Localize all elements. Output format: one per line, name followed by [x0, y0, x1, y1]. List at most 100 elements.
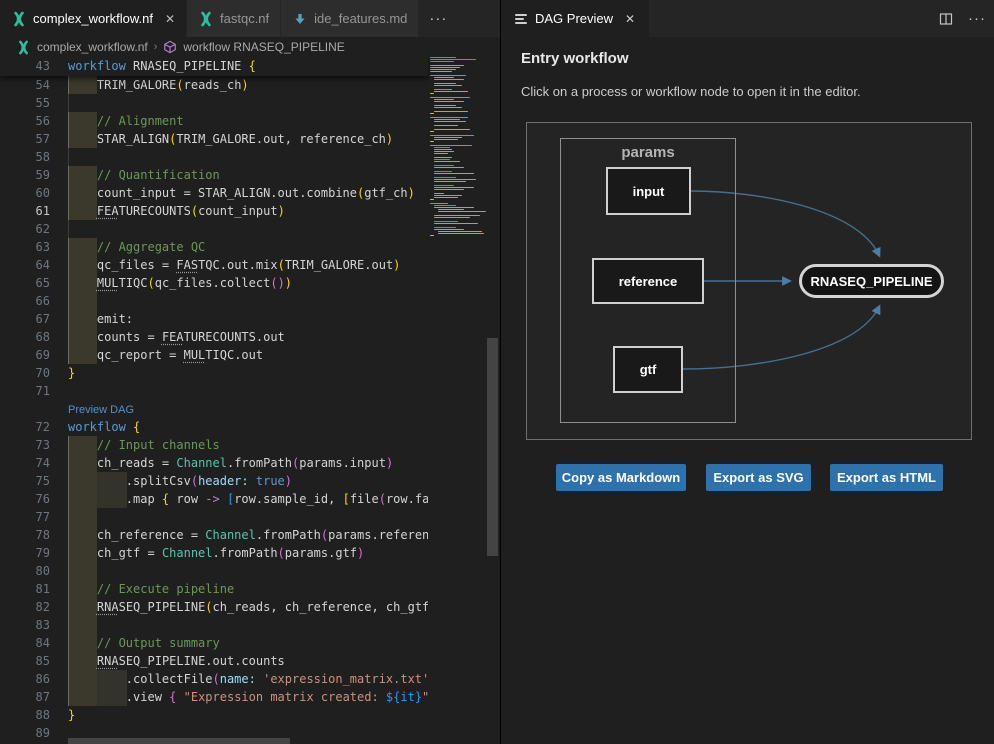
tab-label: fastqc.nf [220, 11, 269, 26]
line-number: 78 [0, 526, 50, 544]
tab-fastqc[interactable]: fastqc.nf [187, 0, 281, 37]
code-line[interactable]: 54 TRIM_GALORE(reads_ch) [0, 76, 428, 94]
code-line[interactable]: 74 ch_reads = Channel.fromPath(params.in… [0, 454, 428, 472]
minimap-line [430, 235, 434, 236]
code-line[interactable]: 75 .splitCsv(header: true) [0, 472, 428, 490]
indent-highlight [68, 292, 97, 310]
line-number: 79 [0, 544, 50, 562]
line-number: 83 [0, 616, 50, 634]
code-line[interactable]: 68 counts = FEATURECOUNTS.out [0, 328, 428, 346]
code-line[interactable]: 59 // Quantification [0, 166, 428, 184]
code-line[interactable]: 64 qc_files = FASTQC.out.mix(TRIM_GALORE… [0, 256, 428, 274]
minimap-line [434, 125, 458, 126]
tab-label: ide_features.md [314, 11, 407, 26]
export-as-html-button[interactable]: Export as HTML [830, 464, 943, 491]
minimap-line [434, 189, 464, 190]
node-reference[interactable]: reference [592, 258, 704, 304]
line-number: 81 [0, 580, 50, 598]
code-line[interactable]: 56 // Alignment [0, 112, 428, 130]
code-line[interactable]: 80 [0, 562, 428, 580]
code-line[interactable]: 66 [0, 292, 428, 310]
code-line[interactable]: 58 [0, 148, 428, 166]
node-gtf[interactable]: gtf [613, 346, 683, 393]
code-line[interactable]: 82 RNASEQ_PIPELINE(ch_reads, ch_referenc… [0, 598, 428, 616]
symbol-cube-icon [163, 40, 177, 54]
line-number: 56 [0, 112, 50, 130]
code-line[interactable]: 67 emit: [0, 310, 428, 328]
minimap-line [438, 233, 484, 234]
markdown-icon [292, 11, 308, 27]
code-line[interactable]: 84 // Output summary [0, 634, 428, 652]
code-line[interactable]: 76 .map { row -> [row.sample_id, [file(r… [0, 490, 428, 508]
panel-description: Click on a process or workflow node to o… [521, 84, 861, 99]
nextflow-icon [11, 11, 27, 27]
code-line[interactable]: 86 .collectFile(name: 'expression_matrix… [0, 670, 428, 688]
split-editor-icon[interactable] [938, 11, 954, 27]
code-line[interactable]: 87 .view { "Expression matrix created: $… [0, 688, 428, 706]
export-as-svg-button[interactable]: Export as SVG [706, 464, 811, 491]
line-number: 84 [0, 634, 50, 652]
code-line[interactable]: 81 // Execute pipeline [0, 580, 428, 598]
line-number: 86 [0, 670, 50, 688]
code-line[interactable]: 77 [0, 508, 428, 526]
minimap[interactable] [430, 57, 487, 744]
tab-ide-features[interactable]: ide_features.md [281, 0, 419, 37]
tab-overflow-button[interactable]: ··· [419, 0, 457, 37]
line-number: 80 [0, 562, 50, 580]
line-number: 57 [0, 130, 50, 148]
tab-dag-preview[interactable]: DAG Preview ✕ [501, 0, 649, 37]
code-line[interactable]: 65 MULTIQC(qc_files.collect()) [0, 274, 428, 292]
code-line[interactable]: 85 RNASEQ_PIPELINE.out.counts [0, 652, 428, 670]
codelens-preview-dag-link[interactable]: Preview DAG [68, 401, 134, 419]
line-number: 85 [0, 652, 50, 670]
indent-highlight [68, 616, 97, 634]
minimap-line [434, 223, 478, 224]
horizontal-scrollbar[interactable] [68, 738, 290, 744]
indent-highlight [68, 562, 97, 580]
line-number: 71 [0, 382, 50, 400]
minimap-line [438, 211, 486, 212]
line-number: 89 [0, 724, 50, 742]
codelens-row[interactable]: Preview DAG [0, 400, 428, 418]
node-input[interactable]: input [606, 167, 691, 215]
line-number: 76 [0, 490, 50, 508]
minimap-line [430, 93, 434, 94]
code-line[interactable]: 72workflow { [0, 418, 428, 436]
code-line[interactable]: 79 ch_gtf = Channel.fromPath(params.gtf) [0, 544, 428, 562]
nextflow-icon [16, 40, 31, 55]
tab-complex-workflow[interactable]: complex_workflow.nf ✕ [0, 0, 187, 37]
line-number: 72 [0, 418, 50, 436]
line-number: 54 [0, 76, 50, 94]
code-line[interactable]: 70} [0, 364, 428, 382]
preview-lines-icon [515, 12, 527, 26]
code-line[interactable]: 69 qc_report = MULTIQC.out [0, 346, 428, 364]
more-actions-icon[interactable]: ··· [968, 10, 986, 27]
code-line[interactable]: 71 [0, 382, 428, 400]
code-line[interactable]: 88} [0, 706, 428, 724]
code-line[interactable]: 63 // Aggregate QC [0, 238, 428, 256]
minimap-line [434, 85, 462, 86]
code-line[interactable]: 62 [0, 220, 428, 238]
code-line[interactable]: 55 [0, 94, 428, 112]
node-rnaseq-pipeline[interactable]: RNASEQ_PIPELINE [799, 264, 944, 298]
close-icon[interactable]: ✕ [625, 12, 635, 26]
vertical-scrollbar[interactable] [487, 338, 498, 556]
line-number: 87 [0, 688, 50, 706]
copy-as-markdown-button[interactable]: Copy as Markdown [556, 464, 686, 491]
breadcrumb-file[interactable]: complex_workflow.nf [37, 40, 148, 54]
sticky-scroll-line[interactable]: 43workflow RNASEQ_PIPELINE { [0, 57, 428, 76]
code-line[interactable]: 73 // Input channels [0, 436, 428, 454]
code-line[interactable]: 78 ch_reference = Channel.fromPath(param… [0, 526, 428, 544]
line-number: 88 [0, 706, 50, 724]
breadcrumb-symbol[interactable]: workflow RNASEQ_PIPELINE [183, 40, 344, 54]
code-line[interactable]: 60 count_input = STAR_ALIGN.out.combine(… [0, 184, 428, 202]
code-editor[interactable]: 54 TRIM_GALORE(reads_ch)5556 // Alignmen… [0, 57, 500, 744]
line-number: 61 [0, 202, 50, 220]
code-line[interactable]: 83 [0, 616, 428, 634]
code-line[interactable]: 57 STAR_ALIGN(TRIM_GALORE.out, reference… [0, 130, 428, 148]
code-line[interactable]: 61 FEATURECOUNTS(count_input) [0, 202, 428, 220]
code-lines[interactable]: 54 TRIM_GALORE(reads_ch)5556 // Alignmen… [0, 76, 428, 742]
close-icon[interactable]: ✕ [165, 12, 175, 26]
line-number: 66 [0, 292, 50, 310]
line-number: 59 [0, 166, 50, 184]
